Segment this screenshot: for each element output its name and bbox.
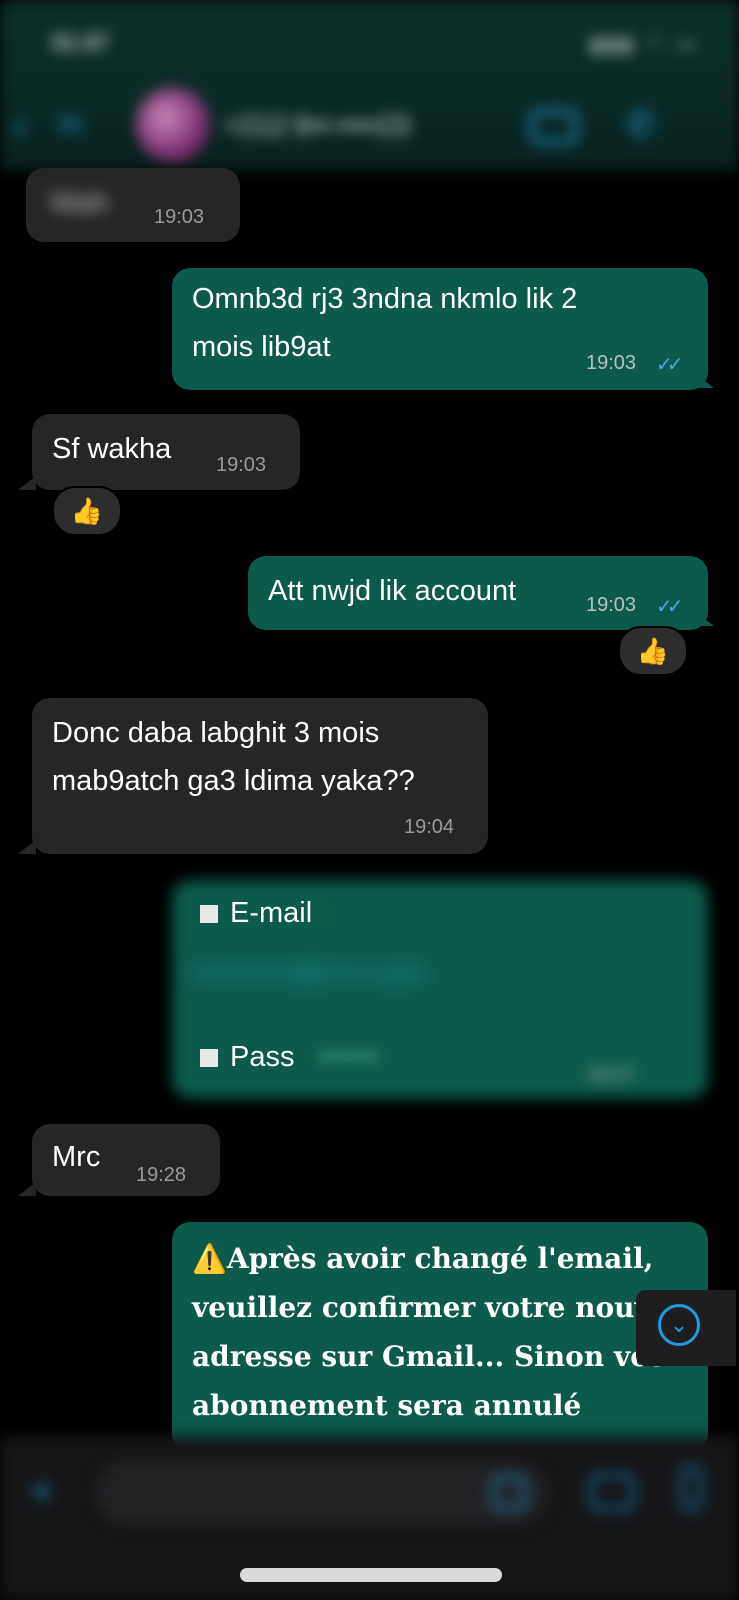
message-bubble-outgoing[interactable]: ⚠️Après avoir changé l'email, veuillez c… [172,1222,708,1452]
message-text: Sf wakha [52,433,172,465]
pass-value: •••••• [318,1041,380,1073]
warning-line2: veuillez confirmer votre nouve [192,1291,669,1324]
avatar[interactable] [136,88,210,162]
message-bubble-incoming[interactable]: Donc daba labghit 3 mois mab9atch ga3 ld… [32,698,488,854]
chat-header: 01:47 ▮▮▮ ◠ ▭ ‹ 50 +212 6••-••••23 ✆ [0,0,739,170]
bullet-square-icon [200,905,218,924]
message-time: 19:04 [404,816,455,838]
warning-line1: ⚠️Après avoir changé l'email, [192,1242,654,1275]
warning-icon: ⚠️ [192,1242,227,1275]
read-ticks-icon: ✓✓ [656,596,683,618]
unread-count[interactable]: 50 [58,112,82,138]
phone-call-icon[interactable]: ✆ [626,104,656,146]
message-time: 19:28 [136,1164,187,1186]
message-bubble-incoming[interactable]: Mrc 19:28 [32,1124,220,1196]
email-value: ••••••••••@••••.com [192,957,427,989]
message-time: 19:27 [586,1064,637,1086]
message-bubble-outgoing[interactable]: Att nwjd lik account 19:03 ✓✓ [248,556,708,630]
message-text-line1: Omnb3d rj3 3ndna nkmlo lik 2 [192,283,578,315]
warning-line3: adresse sur Gmail... Sinon votr [192,1340,677,1373]
message-text: Att nwjd lik account [268,575,517,607]
camera-icon[interactable] [590,1474,634,1510]
message-time: 19:03 [216,454,267,476]
email-label: E-mail [230,897,313,929]
warning-line4: abonnement sera annulé [192,1389,582,1422]
message-input[interactable] [96,1462,548,1524]
message-text-line1: Donc daba labghit 3 mois [52,717,380,749]
message-text-line2: mois lib9at [192,331,331,363]
email-row: E-mail : [200,890,328,936]
message-time: 19:03 [586,594,637,616]
scroll-to-bottom-button[interactable]: ⌄ [636,1290,736,1366]
status-icons: ▮▮▮ ◠ ▭ [590,34,699,56]
message-bubble-incoming[interactable]: Wah 19:03 [26,168,240,242]
message-bubble-incoming[interactable]: Sf wakha 19:03 [32,414,300,490]
message-bubble-outgoing[interactable]: Omnb3d rj3 3ndna nkmlo lik 2 mois lib9at… [172,268,708,390]
reaction-thumbs-up[interactable]: 👍 [618,626,688,676]
pass-row: Pass •••••• [200,1034,379,1080]
read-ticks-icon: ✓✓ [656,354,683,376]
pass-label: Pass [230,1041,295,1073]
message-text: Wah [50,187,109,219]
message-bubble-outgoing[interactable]: E-mail : ••••••••••@••••.com Pass ••••••… [172,880,708,1098]
status-time: 01:47 [52,30,109,55]
video-call-icon[interactable] [530,110,578,144]
message-time: 19:03 [154,206,205,228]
message-text-line2: mab9atch ga3 ldima yaka?? [52,765,415,797]
contact-name[interactable]: +212 6••-••••23 [224,110,410,142]
reaction-thumbs-up[interactable]: 👍 [52,486,122,536]
email-colon: : [320,897,329,929]
plus-icon[interactable]: + [30,1470,53,1515]
sticker-icon[interactable] [492,1476,526,1510]
back-chevron-icon[interactable]: ‹ [14,104,27,149]
message-text: Mrc [52,1141,101,1173]
chevron-down-icon: ⌄ [658,1304,700,1346]
microphone-icon[interactable] [680,1466,702,1510]
bullet-square-icon [200,1049,218,1068]
home-indicator[interactable] [240,1568,502,1582]
message-time: 19:03 [586,352,637,374]
